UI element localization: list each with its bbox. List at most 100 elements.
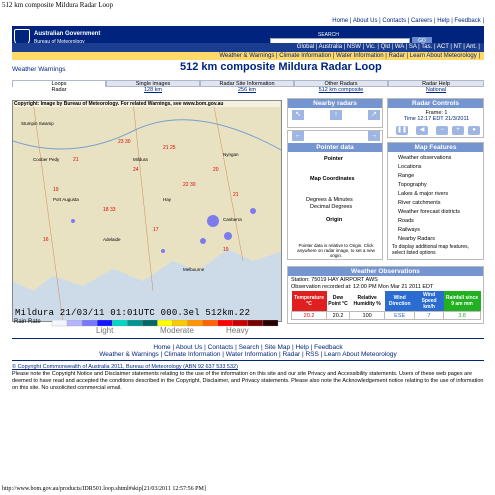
svg-text:18 33: 18 33	[103, 207, 116, 213]
arrow-east-icon[interactable]: →	[368, 131, 380, 141]
copyright-line[interactable]: © Copyright Commonwealth of Australia 20…	[12, 364, 484, 371]
value-wind-speed: 7	[414, 311, 445, 320]
radar-image[interactable]: 23 30 21 25 21 24 20 19 22 30 18 33 21 16 17 19 …	[12, 100, 282, 322]
rain-rate-label: Rain Rate	[14, 319, 41, 325]
observation-time: Observation recorded at: 12:00 PM Mon Ma…	[291, 284, 434, 290]
value-dew-point: 20.2	[326, 311, 350, 320]
arrow-west-icon[interactable]: ←	[292, 131, 304, 141]
header-humidity: Relative Humidity %	[353, 295, 381, 307]
feature-nearby-radars[interactable]: Nearby Radars	[398, 236, 435, 242]
svg-text:Hay: Hay	[163, 197, 172, 202]
main-nav[interactable]: Weather & Warnings | Climate Information…	[12, 52, 484, 60]
map-features-title: Map Features	[388, 143, 483, 152]
map-coordinates-label: Map Coordinates	[310, 176, 355, 182]
svg-text:16: 16	[43, 237, 49, 243]
top-links[interactable]: Home | About Us | Contacts | Careers | H…	[12, 18, 484, 26]
step-forward-icon[interactable]: ●	[468, 126, 480, 135]
page-title: 512 km composite Mildura Radar Loop	[180, 61, 382, 73]
feature-topography[interactable]: Topography	[398, 182, 427, 188]
legend-swatch	[81, 319, 98, 327]
gov-title: Australian Government	[34, 31, 101, 37]
feature-railways[interactable]: Railways	[398, 227, 420, 233]
svg-text:Stumpin Swamp: Stumpin Swamp	[21, 121, 54, 126]
sub-128km[interactable]: 128 km	[106, 87, 200, 94]
light-label: Light	[96, 326, 114, 335]
frame-time: Time 12:17 EDT 21/3/2011	[403, 116, 470, 122]
legend-swatch	[51, 319, 68, 327]
svg-text:Coober Pedy: Coober Pedy	[33, 157, 60, 162]
pointer-data-title: Pointer data	[288, 143, 382, 152]
heavy-label: Heavy	[226, 326, 249, 335]
arrow-northwest-icon[interactable]: ↖	[292, 110, 304, 120]
svg-text:Port Augusta: Port Augusta	[53, 197, 79, 202]
radar-controls-panel: Radar Controls Frame: 1 Time 12:17 EDT 2…	[387, 98, 484, 138]
tab-other-radars[interactable]: Other Radars	[294, 80, 388, 87]
step-back-icon[interactable]: ◀	[416, 126, 428, 135]
arrow-north-icon[interactable]: ↑	[330, 110, 342, 120]
radar-map-svg: 23 3021 2521 24 2019 22 3018 3321 161719 …	[13, 101, 281, 321]
feature-roads[interactable]: Roads	[398, 218, 414, 224]
features-note: To display additional map features, sele…	[392, 244, 469, 256]
legend-swatch	[66, 319, 83, 327]
observations-table: Temperature °C Dew Point °C Relative Hum…	[290, 291, 481, 320]
svg-text:24: 24	[133, 167, 139, 173]
legend-swatch	[142, 319, 158, 327]
svg-text:Melbourne: Melbourne	[183, 267, 205, 272]
tab-radar-help[interactable]: Radar Help	[388, 80, 484, 87]
weather-warnings-link[interactable]: Weather Warnings	[12, 66, 65, 73]
feature-range[interactable]: Range	[398, 173, 414, 179]
svg-text:23 30: 23 30	[118, 139, 131, 145]
map-features-panel: Map Features Weather observations Locati…	[387, 142, 484, 260]
origin-label: Origin	[326, 217, 343, 223]
svg-text:22 30: 22 30	[183, 182, 196, 188]
weather-observations-title: Weather Observations	[288, 267, 483, 276]
feature-lakes-rivers[interactable]: Lakes & major rivers	[398, 191, 448, 197]
footer-links-primary[interactable]: Home | About Us | Contacts | Search | Si…	[12, 344, 484, 351]
svg-text:Mildura: Mildura	[133, 157, 148, 162]
pointer-note: Pointer data is relative to Origin. Clic…	[297, 243, 375, 258]
header-wind-speed: Wind Speed km/h	[414, 291, 444, 312]
pointer-data-panel: ← → Pointer data Pointer Map Coordinates…	[287, 130, 383, 260]
svg-text:19: 19	[223, 247, 229, 253]
legend-swatch	[247, 319, 264, 327]
footer-links[interactable]: Home | About Us | Contacts | Search | Si…	[12, 344, 484, 358]
svg-text:21: 21	[233, 192, 239, 198]
tab-loops[interactable]: Loops	[12, 80, 106, 87]
moderate-label: Moderate	[160, 326, 194, 335]
browser-url: http://www.bom.gov.au/products/IDR501.lo…	[2, 486, 206, 492]
footer-links-secondary[interactable]: Weather & Warnings | Climate Information…	[12, 351, 484, 358]
radar-tabs: Loops Single images Radar Site Informati…	[12, 80, 484, 94]
feature-river-catchments[interactable]: River catchments	[398, 200, 441, 206]
value-rainfall: 3.8	[443, 311, 481, 320]
copyright-notice: Please note the Copyright Notice and Dis…	[12, 371, 484, 391]
sub-national[interactable]: National	[388, 87, 484, 94]
arrow-northeast-icon[interactable]: ↗	[368, 110, 380, 120]
value-wind-direction: ESE	[384, 311, 416, 320]
tab-radar-site-info[interactable]: Radar Site Information	[200, 80, 294, 87]
radar-copyright: Copyright: Image by Bureau of Meteorolog…	[14, 101, 280, 107]
pause-icon[interactable]: ❚❚	[396, 126, 408, 135]
radar-status-line: Mildura 21/03/11 01:01UTC 000.3el 512km.…	[15, 308, 251, 318]
feature-forecast-districts[interactable]: Weather forecast districts	[398, 209, 460, 215]
svg-text:Nyngan: Nyngan	[223, 152, 239, 157]
value-temperature: 20.2	[290, 311, 328, 320]
faster-icon[interactable]: +	[452, 126, 464, 135]
sub-512km[interactable]: 512 km composite	[294, 87, 388, 94]
header-dew-point: Dew Point °C	[328, 295, 348, 307]
header-wind-direction: Wind Direction	[384, 291, 415, 312]
legend-swatch	[127, 319, 143, 327]
sub-radar: Radar	[51, 87, 67, 93]
legend-swatch	[262, 319, 279, 327]
svg-text:21 25: 21 25	[163, 145, 176, 151]
radar-controls-title: Radar Controls	[388, 99, 483, 108]
svg-text:21: 21	[73, 157, 79, 163]
sub-256km[interactable]: 256 km	[200, 87, 294, 94]
footer-divider-bottom	[12, 360, 484, 361]
nearby-radars-panel: Nearby radars ↖ ↑ ↗	[287, 98, 383, 128]
feature-weather-observations[interactable]: Weather observations	[398, 155, 451, 161]
feature-locations[interactable]: Locations	[398, 164, 422, 170]
region-nav[interactable]: Global | Australia | NSW | Vic. | Qld | …	[12, 43, 484, 52]
tab-single-images[interactable]: Single images	[106, 80, 200, 87]
slower-icon[interactable]: −	[436, 126, 448, 135]
weather-observations-panel: Weather Observations Station: 75019 HAY …	[287, 266, 484, 324]
